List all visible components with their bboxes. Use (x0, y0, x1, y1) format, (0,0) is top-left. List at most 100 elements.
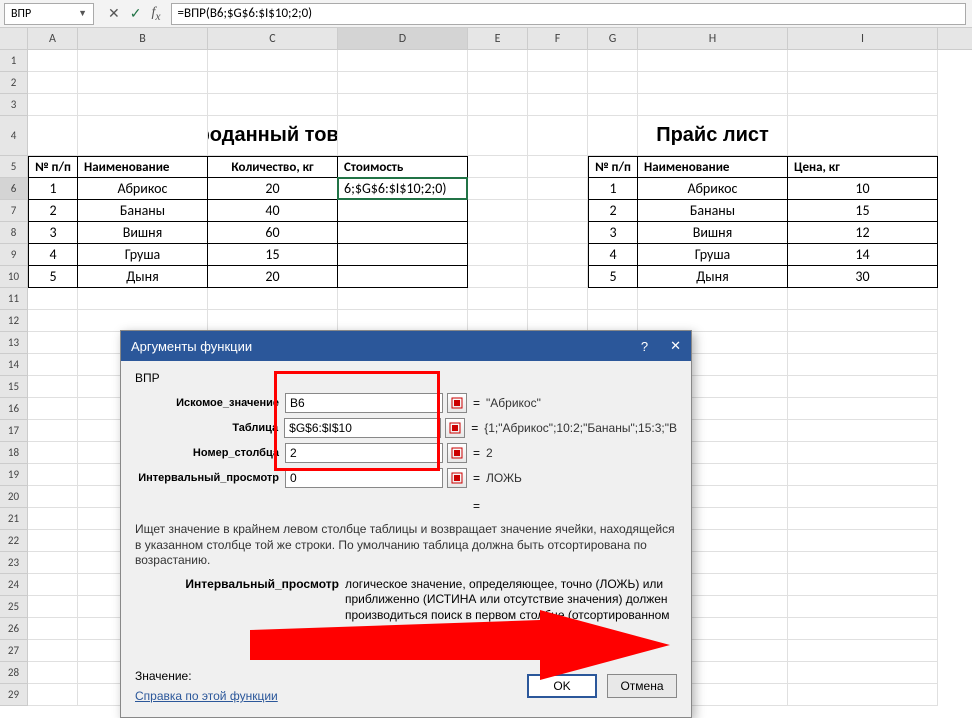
cell-I27[interactable] (788, 640, 938, 662)
row-header-28[interactable]: 28 (0, 662, 28, 684)
row-header-27[interactable]: 27 (0, 640, 28, 662)
cell-H3[interactable] (638, 94, 788, 116)
row-header-7[interactable]: 7 (0, 200, 28, 222)
cell-A6[interactable]: 1 (28, 178, 78, 200)
col-header-B[interactable]: B (78, 28, 208, 49)
cell-C9[interactable]: 15 (208, 244, 338, 266)
cell-F4[interactable] (528, 116, 588, 156)
cell-B11[interactable] (78, 288, 208, 310)
cell-E1[interactable] (468, 50, 528, 72)
cell-I19[interactable] (788, 464, 938, 486)
range-select-icon[interactable] (447, 393, 467, 413)
cell-C4[interactable]: Проданный товар (208, 116, 338, 156)
range-select-icon[interactable] (447, 468, 467, 488)
arg-input-1[interactable]: $G$6:$I$10 (284, 418, 441, 438)
row-header-2[interactable]: 2 (0, 72, 28, 94)
cell-A21[interactable] (28, 508, 78, 530)
cell-C3[interactable] (208, 94, 338, 116)
cell-D6[interactable]: 6;$G$6:$I$10;2;0) (338, 178, 468, 200)
cell-H9[interactable]: Груша (638, 244, 788, 266)
col-header-E[interactable]: E (468, 28, 528, 49)
row-header-3[interactable]: 3 (0, 94, 28, 116)
cell-F10[interactable] (528, 266, 588, 288)
cell-A16[interactable] (28, 398, 78, 420)
cell-G12[interactable] (588, 310, 638, 332)
cell-G4[interactable] (588, 116, 638, 156)
cell-C10[interactable]: 20 (208, 266, 338, 288)
row-header-17[interactable]: 17 (0, 420, 28, 442)
cell-A12[interactable] (28, 310, 78, 332)
cell-C6[interactable]: 20 (208, 178, 338, 200)
cell-I10[interactable]: 30 (788, 266, 938, 288)
cell-I8[interactable]: 12 (788, 222, 938, 244)
cell-C5[interactable]: Количество, кг (208, 156, 338, 178)
cell-G3[interactable] (588, 94, 638, 116)
cell-A1[interactable] (28, 50, 78, 72)
cell-A17[interactable] (28, 420, 78, 442)
cell-A4[interactable] (28, 116, 78, 156)
cell-E5[interactable] (468, 156, 528, 178)
range-select-icon[interactable] (445, 418, 465, 438)
cell-F1[interactable] (528, 50, 588, 72)
function-icon[interactable]: fx (151, 5, 160, 23)
cell-E12[interactable] (468, 310, 528, 332)
row-header-22[interactable]: 22 (0, 530, 28, 552)
row-header-29[interactable]: 29 (0, 684, 28, 706)
cell-E8[interactable] (468, 222, 528, 244)
col-header-H[interactable]: H (638, 28, 788, 49)
cell-C11[interactable] (208, 288, 338, 310)
cell-C7[interactable]: 40 (208, 200, 338, 222)
cell-I11[interactable] (788, 288, 938, 310)
cell-E11[interactable] (468, 288, 528, 310)
cell-A19[interactable] (28, 464, 78, 486)
row-header-8[interactable]: 8 (0, 222, 28, 244)
cell-I21[interactable] (788, 508, 938, 530)
cell-B12[interactable] (78, 310, 208, 332)
cell-F7[interactable] (528, 200, 588, 222)
cell-I23[interactable] (788, 552, 938, 574)
cell-H10[interactable]: Дыня (638, 266, 788, 288)
cell-A8[interactable]: 3 (28, 222, 78, 244)
cell-I2[interactable] (788, 72, 938, 94)
close-icon[interactable]: ✕ (670, 338, 681, 354)
cell-G2[interactable] (588, 72, 638, 94)
arg-input-3[interactable]: 0 (285, 468, 443, 488)
cell-A18[interactable] (28, 442, 78, 464)
cell-C1[interactable] (208, 50, 338, 72)
cell-B4[interactable] (78, 116, 208, 156)
cell-C12[interactable] (208, 310, 338, 332)
cell-F2[interactable] (528, 72, 588, 94)
cell-I9[interactable]: 14 (788, 244, 938, 266)
row-header-25[interactable]: 25 (0, 596, 28, 618)
cell-I12[interactable] (788, 310, 938, 332)
arg-input-2[interactable]: 2 (285, 443, 443, 463)
cell-I5[interactable]: Цена, кг (788, 156, 938, 178)
select-all-corner[interactable] (0, 28, 28, 49)
cell-I18[interactable] (788, 442, 938, 464)
row-header-19[interactable]: 19 (0, 464, 28, 486)
row-header-6[interactable]: 6 (0, 178, 28, 200)
cell-A13[interactable] (28, 332, 78, 354)
cell-E4[interactable] (468, 116, 528, 156)
cell-B7[interactable]: Бананы (78, 200, 208, 222)
cell-A28[interactable] (28, 662, 78, 684)
cell-I4[interactable] (788, 116, 938, 156)
cell-G5[interactable]: № п/п (588, 156, 638, 178)
name-box[interactable]: ВПР ▼ (4, 3, 94, 25)
cell-I25[interactable] (788, 596, 938, 618)
cell-D2[interactable] (338, 72, 468, 94)
cell-A27[interactable] (28, 640, 78, 662)
dialog-titlebar[interactable]: Аргументы функции ? ✕ (121, 331, 691, 361)
cell-I17[interactable] (788, 420, 938, 442)
row-header-24[interactable]: 24 (0, 574, 28, 596)
cell-E3[interactable] (468, 94, 528, 116)
cell-G6[interactable]: 1 (588, 178, 638, 200)
cell-D4[interactable] (338, 116, 468, 156)
row-header-18[interactable]: 18 (0, 442, 28, 464)
cell-A11[interactable] (28, 288, 78, 310)
cell-H1[interactable] (638, 50, 788, 72)
cell-D7[interactable] (338, 200, 468, 222)
cell-H2[interactable] (638, 72, 788, 94)
cell-A5[interactable]: № п/п (28, 156, 78, 178)
row-header-4[interactable]: 4 (0, 116, 28, 156)
